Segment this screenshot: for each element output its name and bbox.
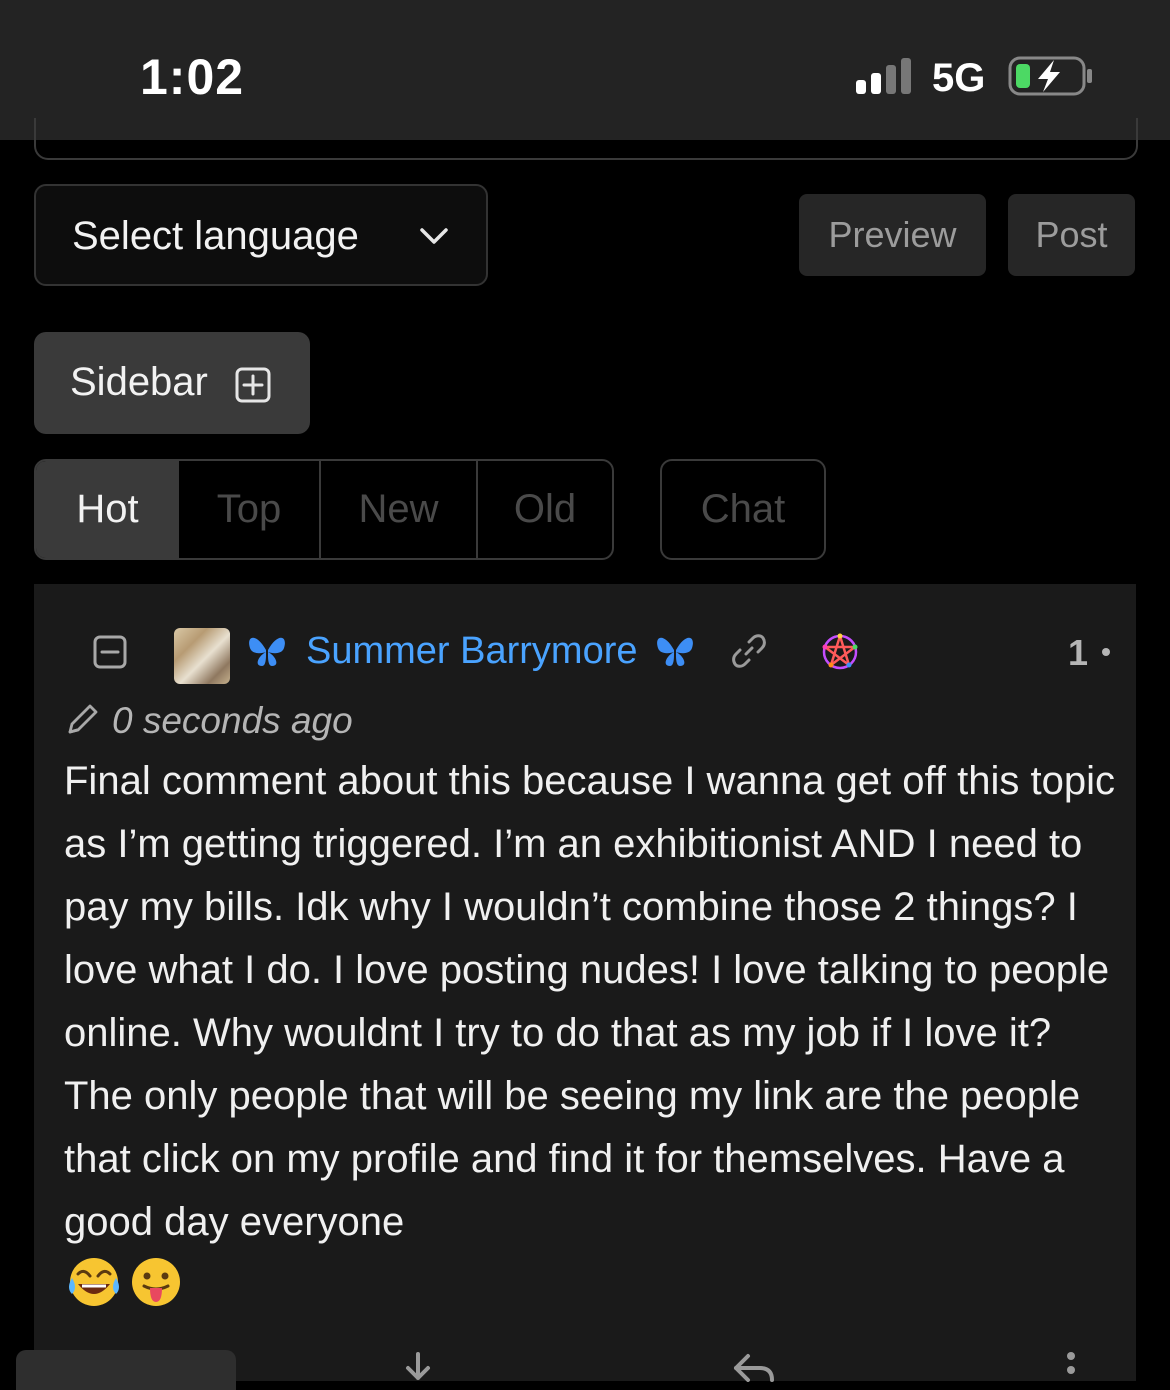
post-button[interactable]: Post <box>1008 194 1135 276</box>
tab-hot[interactable]: Hot <box>36 461 179 558</box>
sidebar-label: Sidebar <box>70 360 208 404</box>
battery-charging-icon <box>1008 56 1092 96</box>
link-icon[interactable] <box>730 632 768 670</box>
preview-button[interactable]: Preview <box>799 194 986 276</box>
plus-square-icon <box>235 367 271 403</box>
reply-icon[interactable] <box>732 1352 776 1382</box>
network-type: 5G <box>932 56 986 100</box>
comment-score: 1 <box>1068 632 1089 673</box>
signal-icon <box>856 58 911 94</box>
language-select[interactable]: Select language <box>34 184 488 286</box>
tab-top[interactable]: Top <box>179 461 321 558</box>
sort-tabs: Hot Top New Old <box>34 459 614 560</box>
tab-chat[interactable]: Chat <box>660 459 826 560</box>
laughing-tears-emoji <box>69 1258 119 1306</box>
pentagram-badge-icon <box>822 633 858 670</box>
comment-editor[interactable] <box>34 118 1138 160</box>
status-time: 1:02 <box>140 49 245 105</box>
pencil-icon <box>68 704 98 734</box>
collapse-minus-icon[interactable] <box>92 634 128 670</box>
language-select-label: Select language <box>72 214 359 258</box>
tongue-out-emoji <box>132 1258 180 1306</box>
butterfly-icon <box>249 637 285 666</box>
comment-body: Final comment about this because I wanna… <box>64 759 1115 1244</box>
chevron-down-icon <box>420 228 448 244</box>
sidebar-button[interactable]: Sidebar <box>34 332 310 434</box>
arrow-down-icon[interactable] <box>400 1352 436 1382</box>
tab-new[interactable]: New <box>321 461 478 558</box>
comment-timestamp: 0 seconds ago <box>112 700 353 741</box>
comment-card: Summer Barrymore 1 0 seconds ago Final c… <box>34 584 1136 1381</box>
avatar[interactable] <box>174 628 230 684</box>
separator-dot <box>1102 648 1110 656</box>
butterfly-icon <box>657 637 693 666</box>
collapse-tab[interactable] <box>16 1350 236 1390</box>
more-vertical-icon[interactable] <box>1064 1350 1078 1381</box>
tab-old[interactable]: Old <box>478 461 612 558</box>
emoji-row <box>66 1254 184 1310</box>
comment-username[interactable]: Summer Barrymore <box>306 630 638 673</box>
